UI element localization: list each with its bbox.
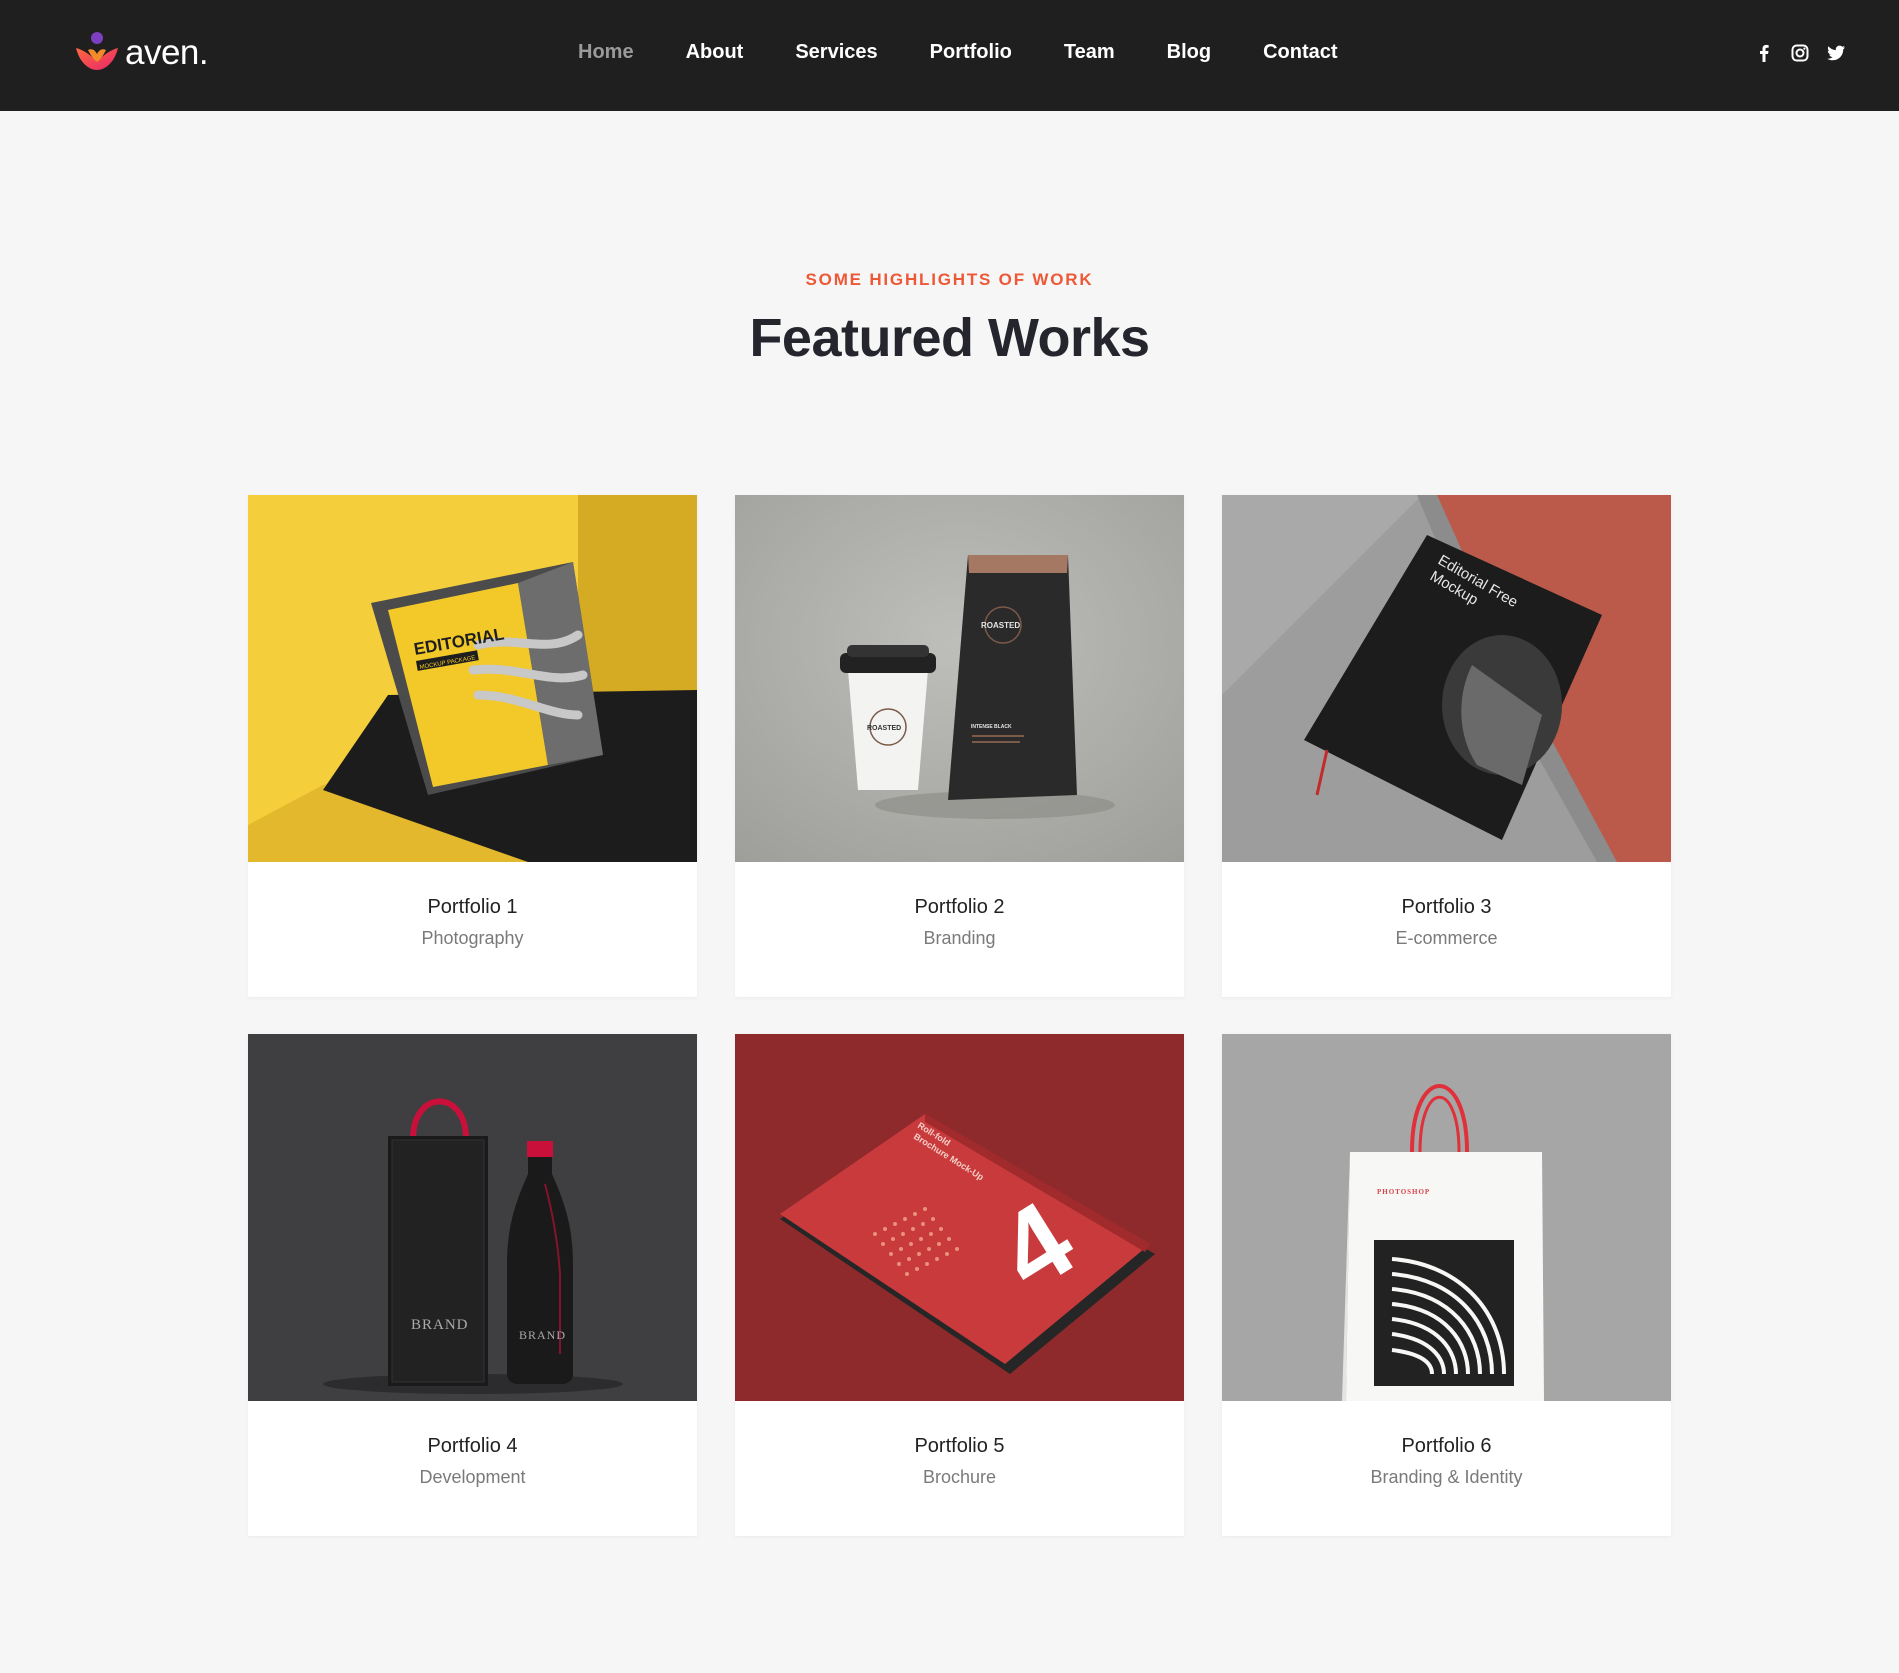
portfolio-image-1: EDITORIAL MOCKUP PACKAGE <box>248 495 697 862</box>
portfolio-title-3: Portfolio 3 <box>1401 896 1492 918</box>
p2-bag-sub: INTENSE BLACK <box>971 724 1012 730</box>
portfolio-title-2: Portfolio 2 <box>914 896 1005 918</box>
portfolio-card-4[interactable]: BRAND BRAND Portfolio 4 Development <box>248 1034 697 1536</box>
portfolio-title-4: Portfolio 4 <box>427 1435 518 1457</box>
portfolio-image-5: 4 Roll-fold Brochure Mock-Up <box>735 1034 1184 1401</box>
p4-box-label: BRAND <box>411 1317 469 1333</box>
brand-logo[interactable]: aven. <box>74 30 209 74</box>
top-navbar: aven. Home About Services Portfolio Team… <box>0 0 1899 111</box>
instagram-icon[interactable] <box>1789 42 1811 64</box>
portfolio-card-5[interactable]: 4 Roll-fold Brochure Mock-Up Portfolio 5… <box>735 1034 1184 1536</box>
portfolio-image-6: PHOTOSHOP <box>1222 1034 1671 1401</box>
p6-label: PHOTOSHOP <box>1377 1188 1430 1196</box>
section-eyebrow: SOME HIGHLIGHTS OF WORK <box>805 270 1094 289</box>
nav-team[interactable]: Team <box>1064 40 1115 64</box>
p4-bottle-label: BRAND <box>519 1328 566 1342</box>
portfolio-image-4: BRAND BRAND <box>248 1034 697 1401</box>
portfolio-card-6[interactable]: PHOTOSHOP Portfolio 6 Branding & Identit… <box>1222 1034 1671 1536</box>
portfolio-category-3: E-commerce <box>1395 928 1498 948</box>
main-nav: Home About Services Portfolio Team Blog … <box>578 40 1390 64</box>
portfolio-category-2: Branding <box>923 928 996 948</box>
portfolio-title-6: Portfolio 6 <box>1401 1435 1492 1457</box>
portfolio-category-1: Photography <box>421 928 524 948</box>
portfolio-card-1[interactable]: EDITORIAL MOCKUP PACKAGE Portfolio 1 Pho… <box>248 495 697 997</box>
portfolio-card-3[interactable]: Editorial Free Mockup Portfolio 3 E-comm… <box>1222 495 1671 997</box>
nav-contact[interactable]: Contact <box>1263 40 1337 64</box>
nav-home[interactable]: Home <box>578 40 634 64</box>
portfolio-category-5: Brochure <box>922 1467 997 1487</box>
p2-cup-label: ROASTED <box>867 725 901 732</box>
section-title: Featured Works <box>749 308 1150 368</box>
nav-portfolio[interactable]: Portfolio <box>930 40 1012 64</box>
lotus-logo-icon <box>76 32 118 70</box>
portfolio-image-3: Editorial Free Mockup <box>1222 495 1671 862</box>
nav-services[interactable]: Services <box>795 40 877 64</box>
facebook-icon[interactable] <box>1753 42 1775 64</box>
portfolio-title-1: Portfolio 1 <box>427 896 518 918</box>
p2-bag-label: ROASTED <box>981 621 1020 630</box>
nav-about[interactable]: About <box>686 40 744 64</box>
portfolio-image-2: ROASTED ROASTED INTENSE BLACK <box>735 495 1184 862</box>
portfolio-card-2[interactable]: ROASTED ROASTED INTENSE BLACK Portfolio … <box>735 495 1184 997</box>
portfolio-category-4: Development <box>419 1467 526 1487</box>
social-links <box>1753 42 1847 64</box>
brand-name: aven. <box>125 32 209 72</box>
portfolio-title-5: Portfolio 5 <box>914 1435 1005 1457</box>
twitter-icon[interactable] <box>1825 42 1847 64</box>
nav-blog[interactable]: Blog <box>1167 40 1211 64</box>
portfolio-category-6: Branding & Identity <box>1370 1467 1523 1487</box>
